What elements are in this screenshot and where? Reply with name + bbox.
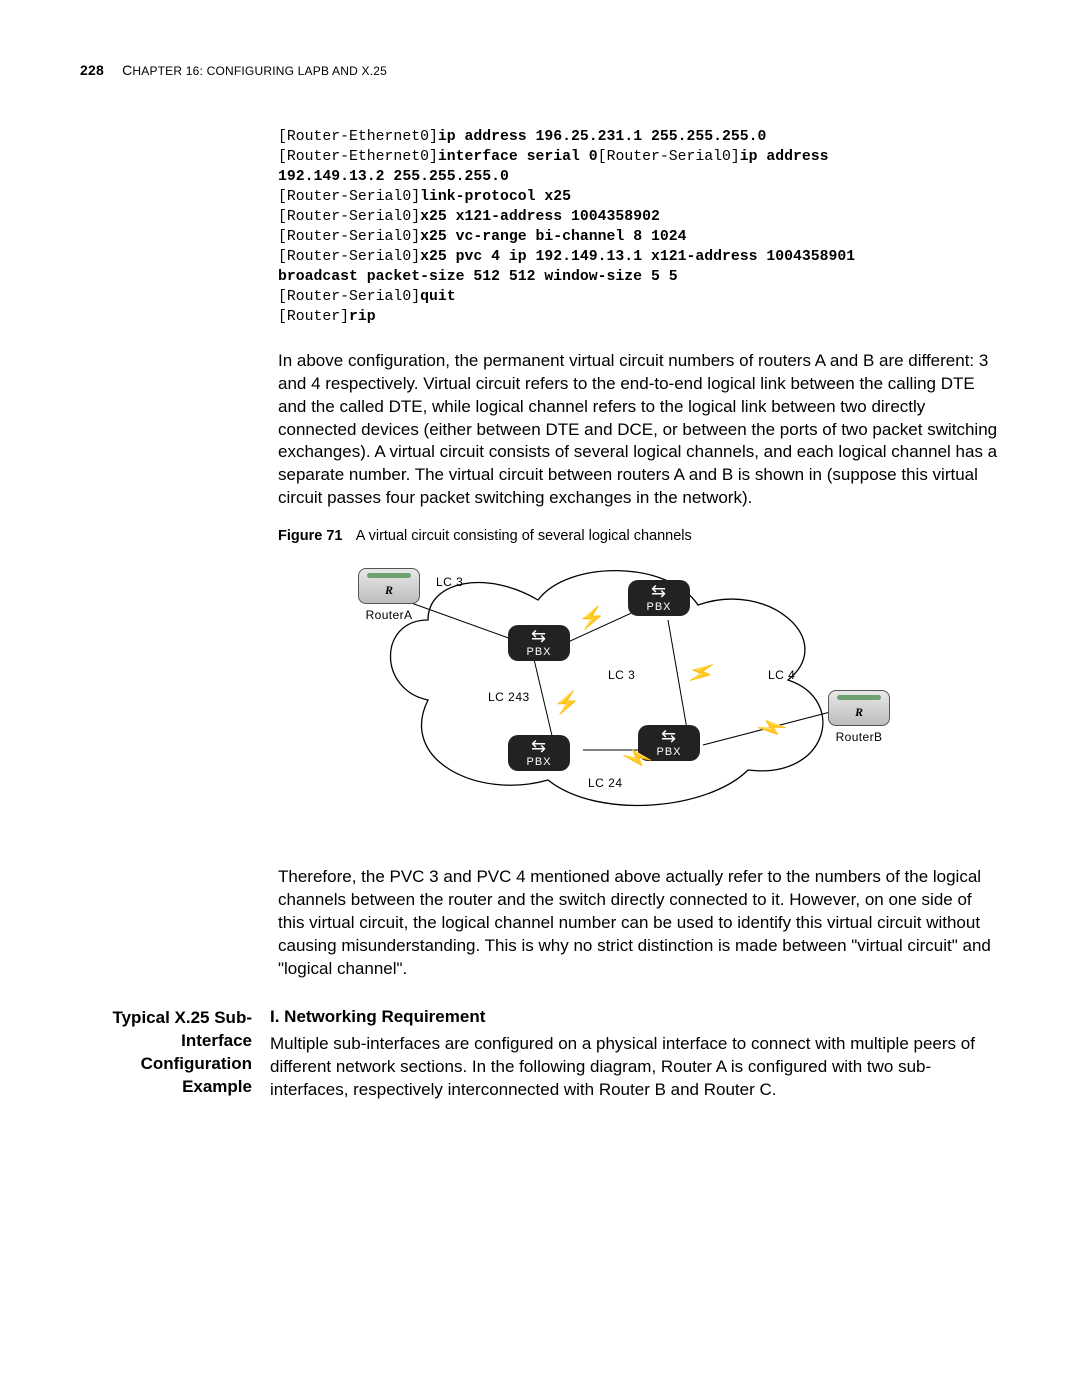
router-a: RouterA xyxy=(358,568,420,622)
lc-label: LC 3 xyxy=(436,575,463,589)
bolt-icon: ⚡ xyxy=(578,605,605,631)
paragraph-2: Therefore, the PVC 3 and PVC 4 mentioned… xyxy=(278,866,1000,981)
page: 228 CHAPTER 16: CONFIGURING LAPB AND X.2… xyxy=(0,0,1080,1162)
lc-label: LC 4 xyxy=(768,668,795,682)
router-icon xyxy=(358,568,420,604)
section-paragraph: Multiple sub-interfaces are configured o… xyxy=(270,1033,1000,1102)
router-b-label: RouterB xyxy=(828,730,890,744)
pbx-3: ⇆PBX xyxy=(508,735,570,771)
router-icon xyxy=(828,690,890,726)
section-body: I. Networking Requirement Multiple sub-i… xyxy=(270,1007,1000,1102)
figure-caption: Figure 71 A virtual circuit consisting o… xyxy=(278,528,1000,544)
page-number: 228 xyxy=(80,62,104,78)
pbx-icon: ⇆PBX xyxy=(628,580,690,616)
bolt-icon: ⚡ xyxy=(553,690,580,716)
chapter-title: CHAPTER 16: CONFIGURING LAPB AND X.25 xyxy=(122,62,387,78)
pbx-2: ⇆PBX xyxy=(628,580,690,616)
lc-label: LC 3 xyxy=(608,668,635,682)
page-header: 228 CHAPTER 16: CONFIGURING LAPB AND X.2… xyxy=(80,62,1000,78)
section-subheading: I. Networking Requirement xyxy=(270,1007,1000,1027)
figure-label: Figure 71 xyxy=(278,528,342,544)
figure-71: RouterA RouterB ⇆PBX ⇆PBX ⇆PBX xyxy=(328,550,888,830)
lc-label: LC 243 xyxy=(488,690,530,704)
pbx-icon: ⇆PBX xyxy=(508,735,570,771)
paragraph-1: In above configuration, the permanent vi… xyxy=(278,350,1000,511)
figure-caption-text: A virtual circuit consisting of several … xyxy=(356,528,692,544)
lc-label: LC 24 xyxy=(588,776,623,790)
diagram: RouterA RouterB ⇆PBX ⇆PBX ⇆PBX xyxy=(328,550,888,830)
pbx-icon: ⇆PBX xyxy=(508,625,570,661)
main-content: [Router-Ethernet0]ip address 196.25.231.… xyxy=(278,128,1000,981)
router-b: RouterB xyxy=(828,690,890,744)
code-block: [Router-Ethernet0]ip address 196.25.231.… xyxy=(278,128,1000,328)
section-typical-x25: Typical X.25 Sub-Interface Configuration… xyxy=(80,1007,1000,1102)
router-a-label: RouterA xyxy=(358,608,420,622)
section-side-heading: Typical X.25 Sub-Interface Configuration… xyxy=(80,1007,270,1099)
pbx-1: ⇆PBX xyxy=(508,625,570,661)
